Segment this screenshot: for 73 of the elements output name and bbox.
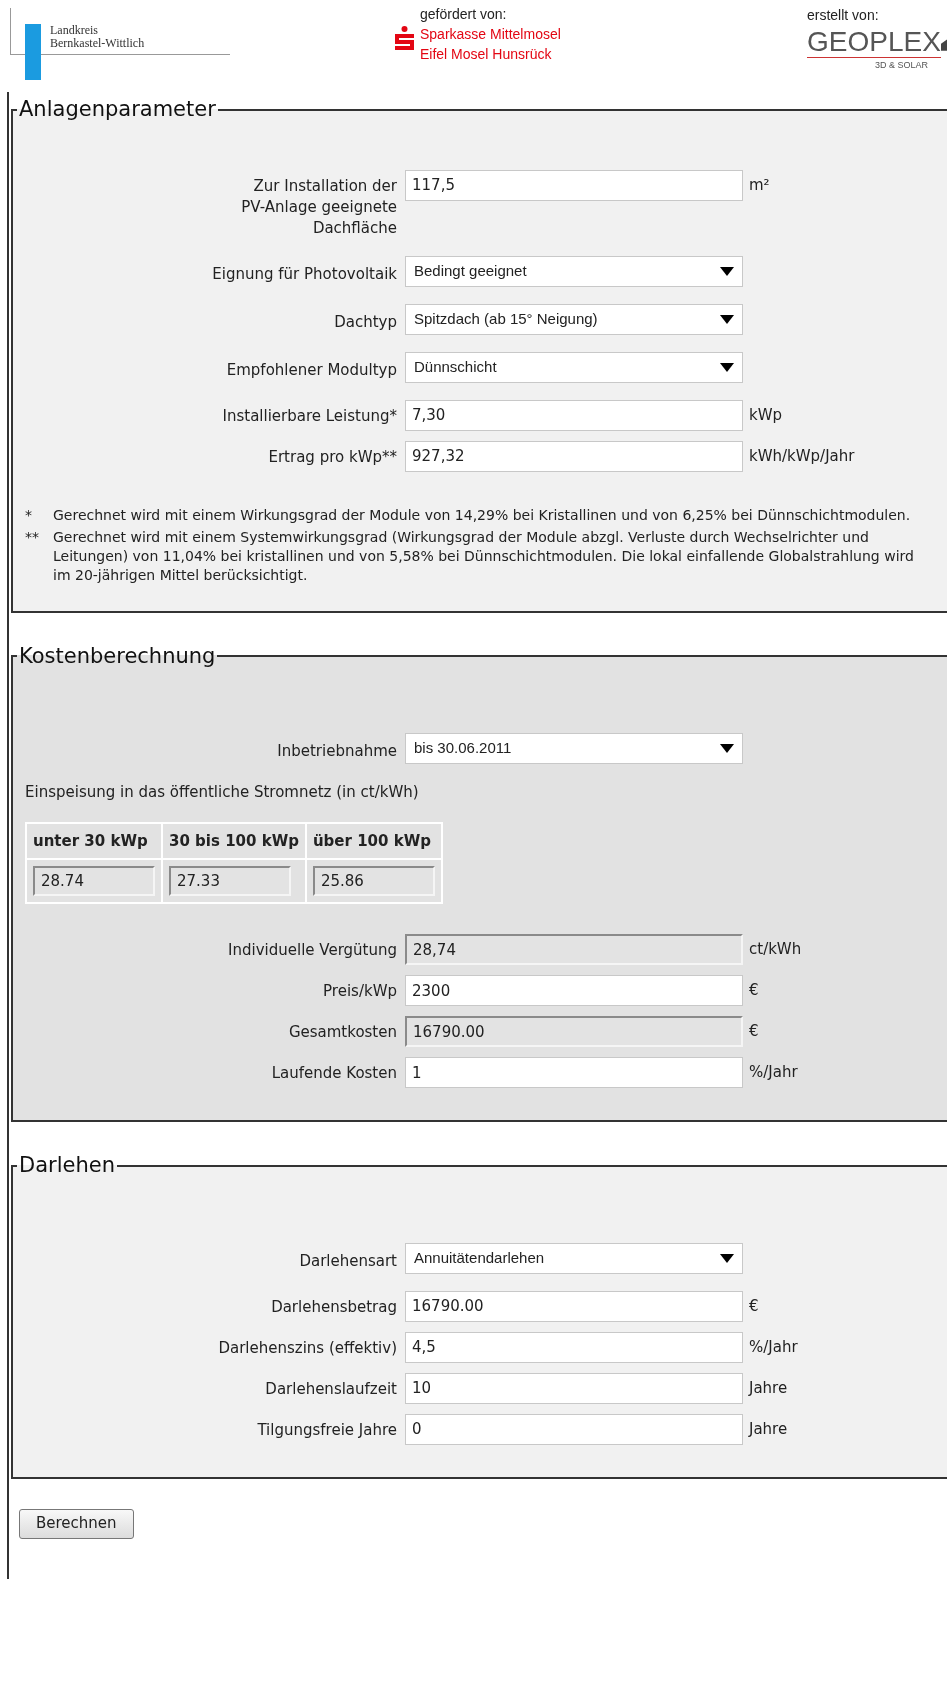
footnote-mark: ** xyxy=(25,527,40,547)
unit-label: %/Jahr xyxy=(749,1062,798,1083)
unit-label: € xyxy=(749,1021,759,1042)
input-field[interactable]: 16790.00 xyxy=(405,1290,743,1322)
field-label: Dachtyp xyxy=(334,311,397,333)
dropdown[interactable]: bis 30.06.2011 xyxy=(405,733,743,764)
unit-label: € xyxy=(749,980,759,1001)
input-field[interactable]: 117,5 xyxy=(405,169,743,201)
unit-label: Jahre xyxy=(749,1377,788,1399)
input-field[interactable]: 25.86 xyxy=(312,866,435,896)
unit-label: kWp xyxy=(749,404,783,426)
footnote-text: Gerechnet wird mit einem Systemwirkungsgrad (Wirkungsgrad der Module abzgl. Verluste durch Wechselrichter und Leitungen) von 11,04% bei kristallinen und von 5,58% bei Dünnschichtmodulen. Die lokal einfallende Globalstrahlung wird im 20-jährigen Mittel berücksichtigt. xyxy=(53,527,915,585)
unit-label: m² xyxy=(749,174,770,196)
field-label: Inbetriebnahme xyxy=(277,741,397,762)
unit-label: ct/kWh xyxy=(749,939,802,960)
dropdown[interactable]: Annuitätendarlehen xyxy=(405,1242,743,1274)
field-label: Laufende Kosten xyxy=(271,1063,397,1084)
field-label: Darlehenszins (effektiv) xyxy=(218,1337,397,1359)
sponsor-name: Sparkasse Mittelmosel xyxy=(420,26,561,42)
input-field[interactable]: 28,74 xyxy=(405,934,743,965)
input-field[interactable]: 16790.00 xyxy=(405,1016,743,1047)
section-legend: Anlagenparameter xyxy=(17,94,218,126)
footnote-text: Gerechnet wird mit einem Wirkungsgrad der Module von 14,29% bei Kristallinen und von 6,25% bei Dünnschichtmodulen. xyxy=(53,505,911,525)
field-label: Darlehensbetrag xyxy=(271,1296,397,1318)
column-header: über 100 kWp xyxy=(312,831,431,850)
input-field[interactable]: 2300 xyxy=(405,975,743,1006)
dropdown[interactable]: Bedingt geeignet xyxy=(405,255,743,287)
caret-icon xyxy=(720,744,734,753)
input-field[interactable]: 4,5 xyxy=(405,1331,743,1363)
creator-label: erstellt von: xyxy=(807,7,879,23)
input-field[interactable]: 0 xyxy=(405,1413,743,1445)
section-legend: Darlehen xyxy=(17,1150,117,1182)
input-field[interactable]: 28.74 xyxy=(33,866,155,896)
input-field[interactable]: 7,30 xyxy=(405,399,743,431)
section-text: Einspeisung in das öffentliche Stromnetz (in ct/kWh) xyxy=(25,783,419,801)
calculate-button[interactable]: Berechnen xyxy=(19,1508,134,1539)
field-label: Preis/kWp xyxy=(323,981,397,1002)
district-name: Bernkastel-Wittlich xyxy=(50,36,145,50)
input-field[interactable]: 10 xyxy=(405,1372,743,1404)
field-label: Tilgungsfreie Jahre xyxy=(257,1419,397,1441)
caret-icon xyxy=(720,314,734,324)
company-tagline: 3D & SOLAR xyxy=(875,59,929,70)
district-name: Landkreis xyxy=(50,23,98,37)
logo-bar xyxy=(25,24,41,80)
input-field[interactable]: 27.33 xyxy=(169,866,291,896)
caret-icon xyxy=(720,1253,734,1263)
input-field[interactable]: 927,32 xyxy=(405,440,743,472)
field-label: Installierbare Leistung* xyxy=(222,405,397,427)
field-label: Zur Installation der PV-Anlage geeignete Dachfläche xyxy=(241,175,397,239)
sponsor-name: Eifel Mosel Hunsrück xyxy=(420,46,552,62)
unit-label: Jahre xyxy=(749,1418,788,1440)
footnote-mark: * xyxy=(25,505,33,525)
section-legend: Kostenberechnung xyxy=(17,640,218,672)
input-field[interactable]: 1 xyxy=(405,1057,743,1088)
unit-label: € xyxy=(749,1295,759,1317)
unit-label: kWh/kWp/Jahr xyxy=(749,445,855,467)
column-header: 30 bis 100 kWp xyxy=(169,831,299,850)
company-logo: GEOPLEX xyxy=(807,26,941,58)
field-label: Empfohlener Modultyp xyxy=(226,359,397,381)
sponsor-label: gefördert von: xyxy=(420,6,507,22)
field-label: Gesamtkosten xyxy=(288,1022,397,1043)
field-label: Darlehensart xyxy=(299,1250,397,1272)
field-label: Eignung für Photovoltaik xyxy=(212,263,397,285)
field-label: Darlehenslaufzeit xyxy=(265,1378,397,1400)
column-header: unter 30 kWp xyxy=(33,831,148,850)
caret-icon xyxy=(720,266,734,276)
dropdown[interactable]: Dünnschicht xyxy=(405,351,743,383)
bank-logo-icon xyxy=(395,26,414,50)
dropdown[interactable]: Spitzdach (ab 15° Neigung) xyxy=(405,303,743,335)
caret-icon xyxy=(720,362,734,372)
unit-label: %/Jahr xyxy=(749,1336,798,1358)
field-label: Individuelle Vergütung xyxy=(228,940,397,961)
field-label: Ertrag pro kWp** xyxy=(268,446,397,468)
